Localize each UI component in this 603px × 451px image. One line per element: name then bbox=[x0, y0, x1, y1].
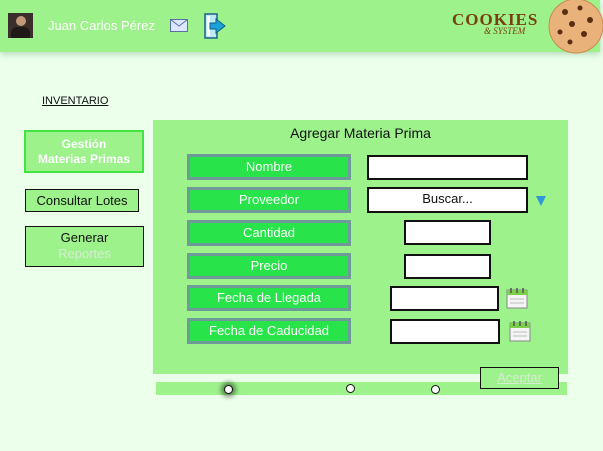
label-proveedor: Proveedor bbox=[187, 187, 351, 213]
panel-title: Agregar Materia Prima bbox=[290, 125, 431, 141]
proveedor-dropdown-arrow-icon[interactable] bbox=[536, 196, 546, 206]
breadcrumb-inventario[interactable]: INVENTARIO bbox=[42, 95, 108, 107]
label-fecha-llegada: Fecha de Llegada bbox=[187, 285, 351, 311]
logout-icon[interactable] bbox=[203, 12, 227, 44]
accept-button[interactable]: Aceptar bbox=[480, 367, 559, 389]
fecha-caducidad-input[interactable] bbox=[390, 319, 500, 344]
proveedor-search-field[interactable]: Buscar... bbox=[367, 187, 528, 213]
mail-icon[interactable] bbox=[170, 17, 188, 36]
step-dot[interactable] bbox=[224, 385, 233, 394]
avatar[interactable] bbox=[8, 13, 33, 38]
top-header: Juan Carlos Pérez COOKIES & SYSTEM bbox=[0, 0, 603, 54]
label-nombre: Nombre bbox=[187, 154, 351, 180]
cookie-icon bbox=[548, 0, 603, 58]
sidebar-consultar-lotes[interactable]: Consultar Lotes bbox=[25, 189, 139, 212]
calendar-icon[interactable] bbox=[509, 320, 531, 342]
step-dot[interactable] bbox=[346, 384, 355, 393]
label-cantidad: Cantidad bbox=[187, 220, 351, 246]
label-fecha-caducidad: Fecha de Caducidad bbox=[187, 318, 351, 344]
sidebar-generar-reportes[interactable]: Generar Reportes bbox=[25, 226, 144, 267]
precio-input[interactable] bbox=[404, 254, 491, 279]
fecha-llegada-input[interactable] bbox=[390, 286, 499, 311]
calendar-icon[interactable] bbox=[506, 287, 528, 309]
user-name: Juan Carlos Pérez bbox=[48, 18, 155, 33]
sidebar-gestion-materias-primas[interactable]: Gestión Materias Primas bbox=[24, 130, 144, 173]
nombre-input[interactable] bbox=[367, 155, 528, 180]
label-precio: Precio bbox=[187, 253, 351, 279]
step-dot[interactable] bbox=[431, 385, 440, 394]
cantidad-input[interactable] bbox=[404, 220, 491, 245]
